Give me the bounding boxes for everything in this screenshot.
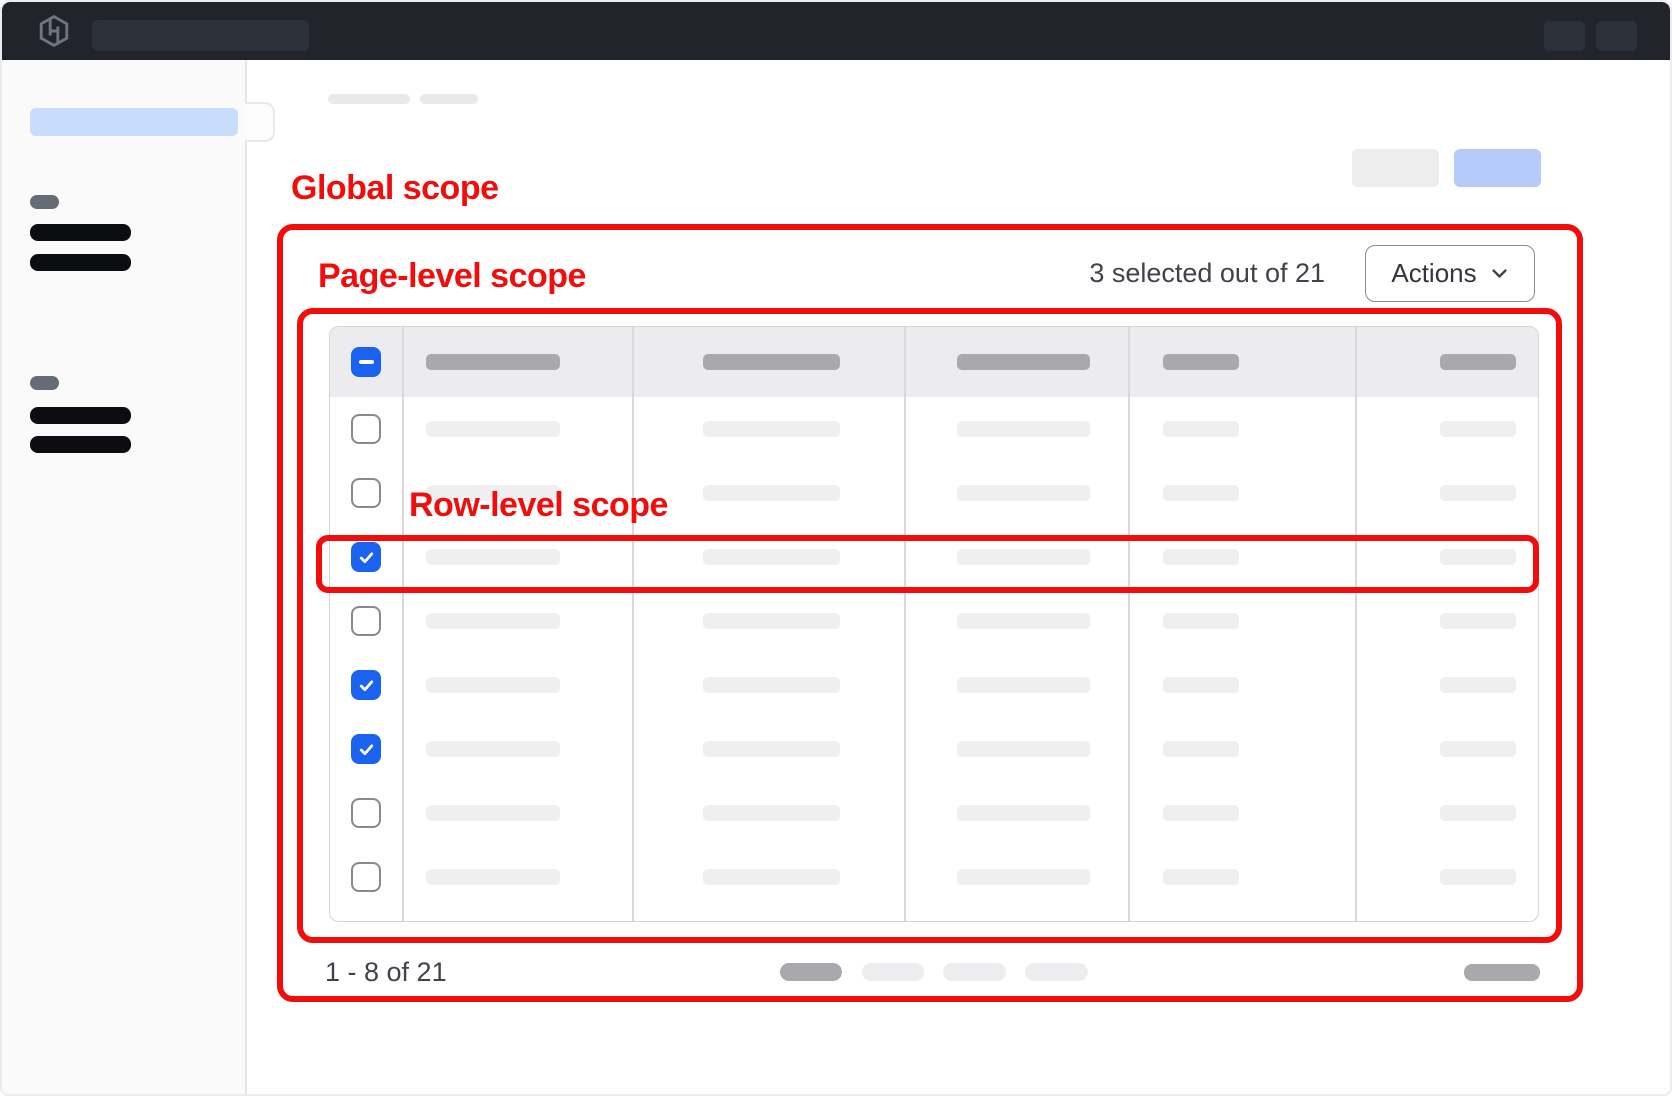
column-divider — [1355, 327, 1357, 921]
nav-action-placeholder[interactable] — [1544, 21, 1585, 51]
chevron-down-icon — [1490, 264, 1509, 283]
cell-skeleton — [957, 421, 1090, 437]
cell-skeleton — [1163, 485, 1239, 501]
cell-skeleton — [1163, 421, 1239, 437]
column-divider — [402, 327, 404, 921]
cell-skeleton — [703, 677, 840, 693]
cell-skeleton — [957, 741, 1090, 757]
actions-button[interactable]: Actions — [1365, 245, 1535, 302]
row-checkbox[interactable] — [351, 606, 381, 636]
breadcrumb-skeleton[interactable] — [328, 94, 410, 104]
search-input[interactable] — [92, 20, 309, 51]
row-checkbox[interactable] — [351, 414, 381, 444]
cell-skeleton — [703, 549, 840, 565]
cell-skeleton — [1440, 613, 1516, 629]
checkmark-icon — [357, 740, 376, 759]
sidebar — [2, 60, 247, 1094]
cell-skeleton — [1440, 805, 1516, 821]
sidebar-nav-item-skeleton[interactable] — [30, 407, 131, 424]
row-checkbox[interactable] — [351, 862, 381, 892]
cell-skeleton — [1163, 869, 1239, 885]
cell-skeleton — [957, 677, 1090, 693]
cell-skeleton — [957, 613, 1090, 629]
page-scope-label: Page-level scope — [318, 257, 586, 296]
sidebar-nav-item-skeleton[interactable] — [30, 436, 131, 453]
cell-skeleton — [426, 677, 560, 693]
pagination-control-skeleton[interactable] — [1025, 963, 1088, 981]
column-divider — [904, 327, 906, 921]
top-nav — [2, 2, 1670, 60]
column-header-skeleton — [703, 354, 840, 370]
data-table — [329, 326, 1539, 922]
cell-skeleton — [426, 549, 560, 565]
pagination-range-label: 1 - 8 of 21 — [325, 957, 447, 988]
cell-skeleton — [957, 869, 1090, 885]
checkmark-icon — [357, 548, 376, 567]
cell-skeleton — [1163, 613, 1239, 629]
cell-skeleton — [1440, 741, 1516, 757]
cell-skeleton — [703, 421, 840, 437]
pagination-control-skeleton[interactable] — [780, 963, 842, 981]
sidebar-nav-item-skeleton[interactable] — [30, 224, 131, 241]
cell-skeleton — [703, 613, 840, 629]
row-scope-label: Row-level scope — [409, 486, 668, 525]
nav-action-placeholder[interactable] — [1596, 21, 1637, 51]
cell-skeleton — [1440, 421, 1516, 437]
column-divider — [632, 327, 634, 921]
checkmark-icon — [357, 676, 376, 695]
secondary-button-skeleton[interactable] — [1352, 149, 1439, 187]
pagination-control-skeleton[interactable] — [943, 963, 1006, 981]
select-all-checkbox[interactable] — [351, 347, 381, 377]
column-header-skeleton — [1440, 354, 1516, 370]
pagination-control-skeleton[interactable] — [862, 963, 924, 981]
sidebar-active-item[interactable] — [30, 108, 238, 136]
selection-summary: 3 selected out of 21 — [1089, 258, 1325, 289]
sidebar-section-heading-skeleton — [30, 195, 59, 209]
global-scope-label: Global scope — [291, 169, 499, 208]
page-size-control-skeleton[interactable] — [1464, 964, 1540, 981]
primary-button-skeleton[interactable] — [1454, 149, 1541, 187]
cell-skeleton — [703, 805, 840, 821]
cell-skeleton — [426, 869, 560, 885]
cell-skeleton — [1440, 869, 1516, 885]
row-checkbox[interactable] — [351, 478, 381, 508]
cell-skeleton — [957, 549, 1090, 565]
hashicorp-logo-icon — [38, 15, 70, 47]
row-checkbox[interactable] — [351, 542, 381, 572]
row-checkbox[interactable] — [351, 734, 381, 764]
actions-button-label: Actions — [1391, 258, 1476, 289]
sidebar-section-heading-skeleton — [30, 376, 59, 390]
cell-skeleton — [703, 485, 840, 501]
column-divider — [1128, 327, 1130, 921]
cell-skeleton — [957, 805, 1090, 821]
column-header-skeleton — [1163, 354, 1239, 370]
column-header-skeleton — [957, 354, 1090, 370]
row-checkbox[interactable] — [351, 798, 381, 828]
cell-skeleton — [426, 741, 560, 757]
app-window: Global scope Page-level scope Row-level … — [0, 0, 1672, 1096]
cell-skeleton — [1440, 485, 1516, 501]
cell-skeleton — [1440, 677, 1516, 693]
cell-skeleton — [426, 421, 560, 437]
sidebar-nav-item-skeleton[interactable] — [30, 254, 131, 271]
cell-skeleton — [1163, 805, 1239, 821]
indeterminate-minus-icon — [359, 360, 374, 364]
cell-skeleton — [703, 741, 840, 757]
cell-skeleton — [957, 485, 1090, 501]
cell-skeleton — [426, 613, 560, 629]
cell-skeleton — [1163, 549, 1239, 565]
breadcrumb-skeleton[interactable] — [420, 94, 478, 104]
cell-skeleton — [1440, 549, 1516, 565]
cell-skeleton — [1163, 677, 1239, 693]
sidebar-collapse-handle[interactable] — [245, 102, 275, 142]
cell-skeleton — [426, 805, 560, 821]
column-header-skeleton — [426, 354, 560, 370]
cell-skeleton — [703, 869, 840, 885]
row-checkbox[interactable] — [351, 670, 381, 700]
cell-skeleton — [1163, 741, 1239, 757]
